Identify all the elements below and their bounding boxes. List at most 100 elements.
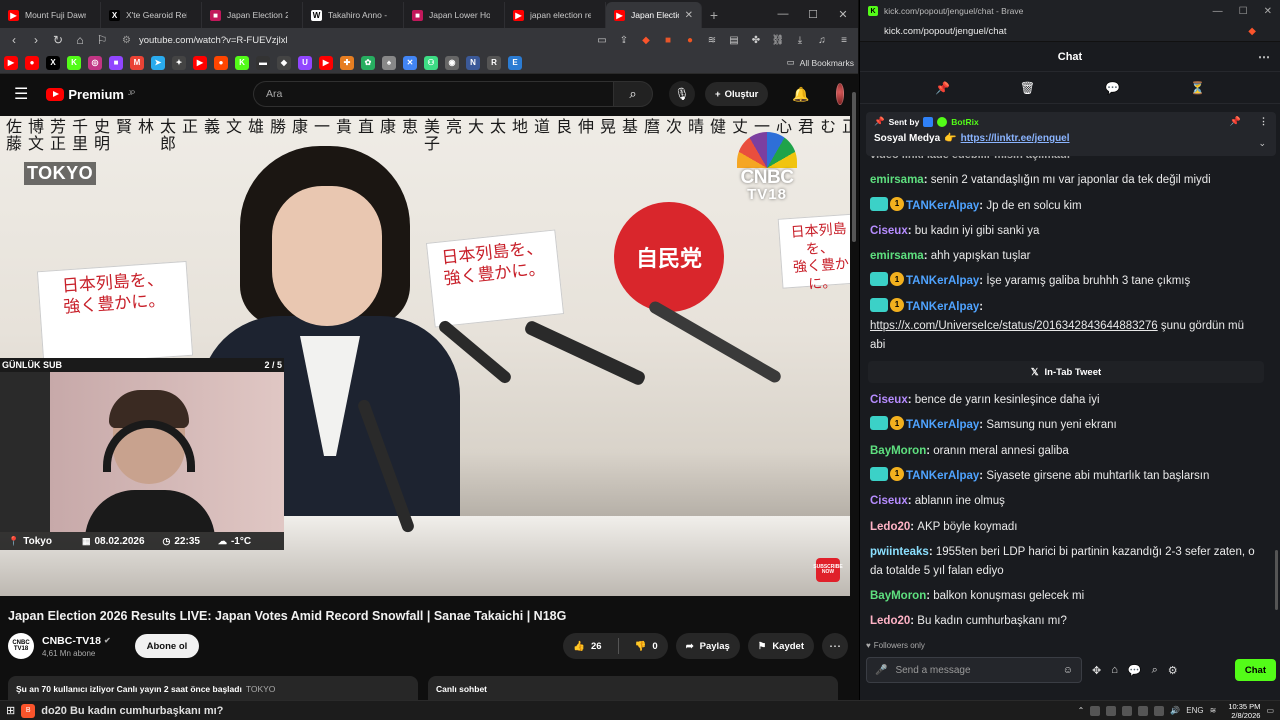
channel-avatar[interactable]: CNBC TV18	[8, 633, 34, 659]
chat-username[interactable]: TANKerAlpay	[906, 301, 979, 313]
subscribe-now-badge[interactable]: SUBSCRIBE NOW	[813, 558, 843, 582]
chat-username[interactable]: TANKerAlpay	[906, 275, 979, 287]
chat-username[interactable]: Ciseux	[870, 495, 908, 507]
dislike-button[interactable]: 👎 0	[625, 633, 668, 659]
telegram-bookmark-icon[interactable]: ➤	[151, 55, 165, 70]
bell-bookmark-icon[interactable]: ♠	[382, 55, 396, 70]
chat-username[interactable]: emirsama	[870, 174, 924, 186]
in-tab-tweet-bar[interactable]: 𝕏 In-Tab Tweet	[868, 361, 1264, 384]
diamond-bookmark-icon[interactable]: ◆	[277, 55, 291, 70]
youtube-bookmark-icon-2[interactable]: ▶	[193, 55, 207, 70]
gmail-bookmark-icon[interactable]: M	[130, 55, 144, 70]
chat-username[interactable]: TANKerAlpay	[906, 470, 979, 482]
hourglass-tool-icon[interactable]: ⏳	[1190, 81, 1205, 95]
r-bookmark-icon[interactable]: R	[487, 55, 501, 70]
puzzle-icon[interactable]: ✤	[746, 30, 766, 50]
extension-icon-3[interactable]: ≋	[702, 30, 722, 50]
voice-search-button[interactable]: 🎙	[669, 81, 695, 107]
store-icon[interactable]: ⌂	[1111, 664, 1118, 676]
site-info-icon[interactable]: ⚙	[122, 35, 131, 46]
extension-icon-4[interactable]: ▤	[724, 30, 744, 50]
browser-tab-6[interactable]: ▶ Japan Electio ✕	[606, 2, 702, 28]
microphone-icon[interactable]: 🎤	[875, 665, 887, 676]
terminal-bookmark-icon[interactable]: ▬	[256, 55, 270, 70]
chat-send-button[interactable]: Chat	[1234, 659, 1276, 681]
page-scrollbar[interactable]	[850, 86, 858, 700]
close-icon[interactable]: ✕	[1264, 6, 1272, 17]
hamburger-menu-icon[interactable]: ☰	[14, 84, 28, 104]
cast-icon[interactable]: ▭	[592, 30, 612, 50]
brave-taskbar-icon[interactable]: B	[21, 703, 36, 718]
browser-tab-2[interactable]: ■ Japan Election 2026	[202, 2, 303, 28]
address-bar[interactable]: ⚙ youtube.com/watch?v=R-FUEVzjlxl	[114, 30, 590, 50]
android-bookmark-icon[interactable]: ⚇	[424, 55, 438, 70]
chevron-down-icon[interactable]: ⌄	[1258, 138, 1266, 149]
back-arrow-icon[interactable]: ‹	[4, 30, 24, 50]
unpin-icon[interactable]: 📌	[1230, 116, 1241, 127]
save-button[interactable]: ⚑ Kaydet	[747, 633, 814, 659]
game-bookmark-icon[interactable]: ✚	[340, 55, 354, 70]
maximize-icon[interactable]: ☐	[798, 0, 828, 28]
extension-icon-1[interactable]: ■	[658, 30, 678, 50]
browser-tab-5[interactable]: ▶ japan election resul	[505, 2, 606, 28]
tray-app-icon-2[interactable]	[1106, 705, 1117, 716]
pinned-message[interactable]: 📌 Sent by BotRix 📌 ⋮ Sosyal Medya 👉 http…	[866, 112, 1276, 156]
chat-username[interactable]: Ciseux	[870, 394, 908, 406]
leaf-bookmark-icon[interactable]: ✿	[361, 55, 375, 70]
youtube-music-bookmark-icon[interactable]: ●	[25, 55, 39, 70]
chat-settings-dots-icon[interactable]: ⋯	[1258, 50, 1270, 64]
trash-tool-icon[interactable]: 🗑	[1020, 81, 1035, 95]
emoji-icon[interactable]: ☺	[1063, 665, 1073, 676]
like-button[interactable]: 👍 26	[563, 633, 611, 659]
star-bookmark-icon[interactable]: ✦	[172, 55, 186, 70]
speaker-icon[interactable]: 🔊	[1170, 706, 1180, 715]
windows-start-icon[interactable]: ⊞	[6, 704, 15, 717]
chat-username[interactable]: emirsama	[870, 250, 924, 262]
more-options-button[interactable]: ⋯	[822, 633, 848, 659]
message-tool-icon[interactable]: 💬	[1105, 81, 1120, 95]
youtube-premium-logo[interactable]: Premium JP	[46, 87, 135, 102]
minimize-icon[interactable]: —	[768, 0, 798, 28]
tray-app-icon-1[interactable]	[1090, 705, 1101, 716]
channel-name[interactable]: CNBC-TV18	[42, 635, 101, 647]
chat-username[interactable]: Ciseux	[870, 225, 908, 237]
music-icon[interactable]: ♫	[812, 30, 832, 50]
create-button[interactable]: + Oluştur	[705, 82, 769, 106]
tray-chevron-icon[interactable]: ⌃	[1078, 706, 1085, 715]
notifications-bell-icon[interactable]: 🔔	[792, 86, 809, 103]
chat-username[interactable]: TANKerAlpay	[906, 419, 979, 431]
taskbar-clock[interactable]: 10:35 PM 2/8/2026	[1228, 702, 1260, 720]
youtube-bookmark-icon[interactable]: ▶	[4, 55, 18, 70]
maximize-icon[interactable]: ☐	[1239, 6, 1248, 17]
search-button[interactable]: ⌕	[613, 81, 653, 107]
tray-app-icon-5[interactable]	[1154, 705, 1165, 716]
notification-icon[interactable]: ▭	[1266, 706, 1274, 715]
download-icon[interactable]: ⤓	[790, 30, 810, 50]
chat-username[interactable]: Ledo20	[870, 521, 910, 533]
pinned-menu-icon[interactable]: ⋮	[1259, 116, 1268, 127]
user-avatar[interactable]	[835, 83, 844, 105]
lang-indicator[interactable]: ENG	[1186, 706, 1203, 715]
chat-link[interactable]: https://x.com/UniverseIce/status/2016342…	[870, 320, 1158, 332]
bookmark-icon[interactable]: ⚐	[92, 30, 112, 50]
reddit-bookmark-icon[interactable]: ●	[214, 55, 228, 70]
forward-arrow-icon[interactable]: ›	[26, 30, 46, 50]
tab-close-icon[interactable]: ✕	[685, 10, 693, 21]
instagram-bookmark-icon[interactable]: ◎	[88, 55, 102, 70]
search-icon[interactable]: ⌕	[1152, 664, 1158, 677]
description-box[interactable]: Şu an 70 kullanıcı izliyor Canlı yayın 2…	[8, 676, 418, 700]
tray-app-icon-3[interactable]	[1122, 705, 1133, 716]
reload-icon[interactable]: ↻	[48, 30, 68, 50]
chat-scrollbar[interactable]	[1274, 150, 1278, 636]
menu-icon[interactable]: ≡	[834, 30, 854, 50]
link-icon[interactable]: ⛓	[768, 30, 788, 50]
youtube-bookmark-icon-3[interactable]: ▶	[319, 55, 333, 70]
browser-tab-1[interactable]: X X'te Gearoid Reidy	[101, 2, 202, 28]
mod-tools-icon[interactable]: ✥	[1092, 664, 1101, 677]
chat-message-input[interactable]: 🎤 Send a message ☺	[866, 657, 1082, 683]
gear-icon[interactable]: ⚙	[1168, 664, 1178, 677]
new-tab-button[interactable]: +	[702, 2, 726, 28]
share-button[interactable]: ➦ Paylaş	[675, 633, 740, 659]
tray-app-icon-4[interactable]	[1138, 705, 1149, 716]
twitch-bookmark-icon[interactable]: ■	[109, 55, 123, 70]
